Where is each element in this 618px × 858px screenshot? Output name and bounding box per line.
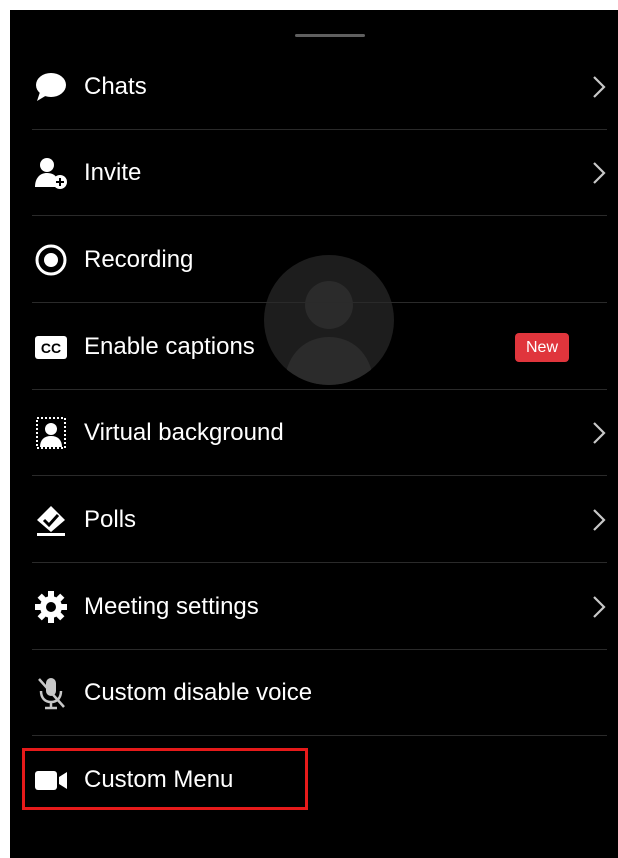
chat-bubble-icon <box>34 70 68 104</box>
menu-item-invite[interactable]: Invite <box>10 130 610 216</box>
record-icon <box>34 243 68 277</box>
drag-handle[interactable] <box>295 34 365 37</box>
menu-item-virtual-background[interactable]: Virtual background <box>10 390 610 476</box>
gear-icon <box>34 590 68 624</box>
virtual-background-icon <box>34 416 68 450</box>
menu-item-label: Meeting settings <box>84 593 259 620</box>
svg-text:CC: CC <box>41 340 61 356</box>
new-badge: New <box>515 333 569 362</box>
chevron-right-icon <box>592 161 606 185</box>
divider <box>32 302 607 303</box>
menu-item-label: Enable captions <box>84 333 255 360</box>
highlight-box <box>22 748 308 810</box>
menu-item-label: Custom disable voice <box>84 679 313 706</box>
chevron-right-icon <box>592 421 606 445</box>
closed-captions-icon: CC <box>34 330 68 364</box>
menu-item-chats[interactable]: Chats <box>10 44 610 130</box>
menu-item-recording[interactable]: Recording <box>10 217 610 303</box>
divider <box>32 215 607 216</box>
menu-item-enable-captions[interactable]: CC Enable captions New <box>10 304 610 390</box>
chevron-right-icon <box>592 595 606 619</box>
menu-item-label: Virtual background <box>84 419 284 446</box>
menu-item-meeting-settings[interactable]: Meeting settings <box>10 564 610 650</box>
menu-item-polls[interactable]: Polls <box>10 477 610 563</box>
menu-item-label: Polls <box>84 506 137 533</box>
add-user-icon <box>34 156 68 190</box>
menu-item-label: Recording <box>84 246 194 273</box>
divider <box>32 562 607 563</box>
menu-item-label: Chats <box>84 73 147 100</box>
chevron-right-icon <box>592 75 606 99</box>
menu-item-custom-disable-voice[interactable]: Custom disable voice <box>10 650 610 736</box>
divider <box>32 735 607 736</box>
chevron-right-icon <box>592 508 606 532</box>
divider <box>32 475 607 476</box>
poll-check-icon <box>34 503 68 537</box>
mic-off-icon <box>34 676 68 710</box>
menu-item-label: Invite <box>84 159 142 186</box>
